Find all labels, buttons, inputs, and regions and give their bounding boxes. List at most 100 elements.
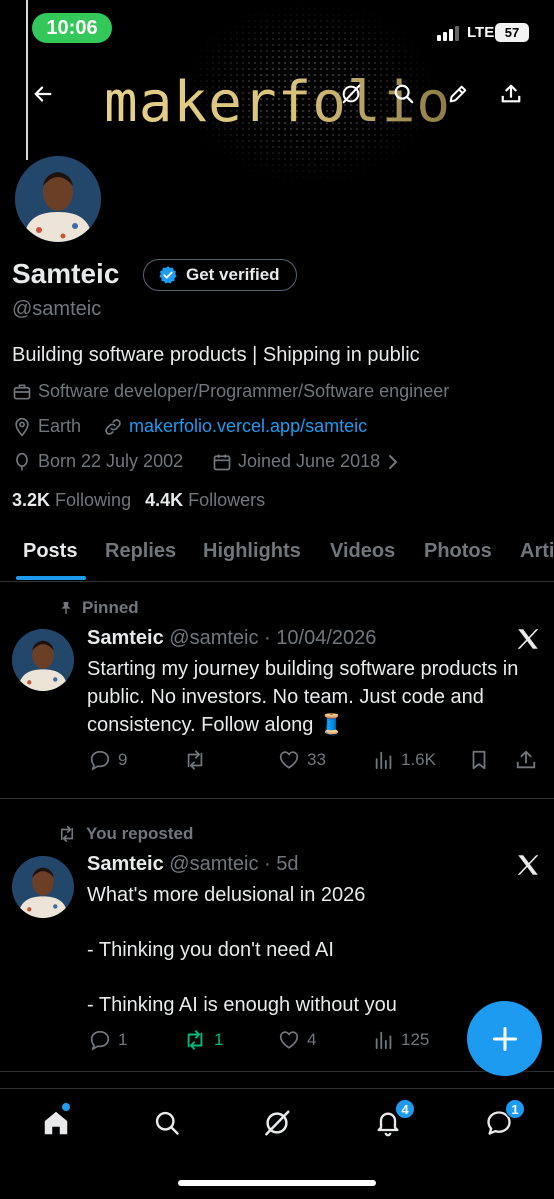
grok-button[interactable] (334, 77, 368, 111)
get-verified-button[interactable]: Get verified (143, 259, 297, 291)
verified-badge-icon (158, 265, 178, 285)
views-button[interactable]: 125 (373, 1029, 429, 1051)
pin-icon (58, 600, 74, 616)
get-verified-label: Get verified (186, 265, 280, 284)
x-logo-icon (515, 852, 541, 878)
repost-icon (182, 749, 208, 771)
tab-posts[interactable]: Posts (23, 540, 77, 563)
calendar-icon (212, 452, 232, 472)
post-context: You reposted (56, 824, 193, 844)
follow-stats: 3.2K Following 4.4K Followers (12, 490, 265, 511)
post-text-line: What's more delusional in 2026 (87, 884, 366, 906)
chevron-right-icon (386, 454, 400, 470)
profile-location: Earth (12, 416, 81, 437)
nav-search[interactable] (147, 1103, 187, 1143)
search-button[interactable] (387, 77, 421, 111)
views-count: 1.6K (401, 750, 436, 769)
nav-grok[interactable] (257, 1103, 297, 1143)
joined-label: Joined June 2018 (238, 451, 381, 471)
post-author-name[interactable]: Samteic (87, 853, 164, 875)
edit-icon (447, 83, 469, 105)
post-text-line: - Thinking you don't need AI (87, 939, 334, 961)
followers-count: 4.4K (145, 490, 184, 510)
profile-birthdate: Born 22 July 2002 (12, 451, 183, 472)
heart-icon (277, 1029, 301, 1051)
share-profile-button[interactable] (494, 77, 528, 111)
like-button[interactable]: 33 (277, 749, 326, 771)
grok-icon (340, 83, 362, 105)
reply-button[interactable]: 9 (88, 749, 127, 771)
nav-notifications[interactable]: 4 (368, 1099, 415, 1143)
nav-home[interactable] (36, 1103, 76, 1143)
active-tab-indicator (16, 576, 86, 580)
post-author-avatar[interactable] (12, 629, 74, 691)
views-chart-icon (373, 749, 395, 771)
back-button[interactable] (26, 77, 60, 111)
following-label: Following (55, 490, 132, 510)
x-logo-icon (515, 626, 541, 652)
reply-count: 9 (118, 750, 128, 769)
link-icon (103, 417, 123, 437)
status-time: 10:06 (32, 13, 112, 43)
post-text: Starting my journey building software pr… (87, 658, 519, 736)
plus-icon (491, 1025, 519, 1053)
like-count: 33 (307, 750, 326, 769)
repost-button[interactable] (182, 749, 214, 771)
followers-link[interactable]: 4.4K Followers (145, 490, 265, 511)
like-count: 4 (307, 1030, 317, 1049)
bookmark-button[interactable] (468, 748, 490, 772)
balloon-icon (12, 452, 32, 472)
post-author-avatar[interactable] (12, 856, 74, 918)
following-link[interactable]: 3.2K Following (12, 490, 131, 511)
repost-button[interactable]: 1 (182, 1029, 223, 1051)
notifications-badge: 4 (395, 1099, 415, 1119)
reply-button[interactable]: 1 (88, 1029, 127, 1051)
post-text-line: - Thinking AI is enough without you (87, 994, 397, 1016)
website-link[interactable]: makerfolio.vercel.app/samteic (129, 416, 367, 437)
tab-videos[interactable]: Videos (330, 540, 395, 563)
repost-count: 1 (214, 1030, 224, 1049)
reply-count: 1 (118, 1030, 128, 1049)
repost-icon (182, 1029, 208, 1051)
profile-avatar[interactable] (12, 153, 104, 245)
profile-handle: @samteic (12, 298, 102, 320)
tab-replies[interactable]: Replies (105, 540, 176, 563)
like-button[interactable]: 4 (277, 1029, 316, 1051)
views-button[interactable]: 1.6K (373, 749, 436, 771)
pinned-post[interactable]: Pinned Samteic @samteic · 10/04/2026 Sta… (0, 583, 554, 798)
home-icon (41, 1108, 71, 1138)
search-icon (393, 83, 415, 105)
bookmark-icon (468, 748, 490, 772)
compose-post-button[interactable] (467, 1001, 542, 1076)
share-icon (515, 748, 537, 772)
post-handle-date: @samteic · 5d (169, 853, 299, 875)
network-type: LTE (467, 24, 495, 41)
location-pin-icon (12, 417, 32, 437)
tab-articles[interactable]: Arti (520, 540, 554, 563)
home-indicator (178, 1180, 376, 1186)
post-handle-date: @samteic · 10/04/2026 (169, 627, 377, 649)
edit-profile-button[interactable] (441, 77, 475, 111)
post-header: Samteic @samteic · 10/04/2026 (87, 627, 376, 650)
reply-icon (88, 1029, 112, 1051)
location-label: Earth (38, 416, 82, 436)
profile-category: Software developer/Programmer/Software e… (12, 381, 449, 402)
nav-messages[interactable]: 1 (479, 1099, 525, 1143)
views-count: 125 (401, 1030, 430, 1049)
post-author-name[interactable]: Samteic (87, 627, 164, 649)
search-icon (153, 1109, 181, 1137)
followers-label: Followers (188, 490, 266, 510)
reply-icon (88, 749, 112, 771)
messages-badge: 1 (505, 1099, 525, 1119)
share-post-button[interactable] (515, 748, 537, 772)
birthdate-label: Born 22 July 2002 (38, 451, 184, 471)
signal-icon (437, 25, 461, 41)
tab-photos[interactable]: Photos (424, 540, 492, 563)
home-unread-dot (62, 1103, 70, 1111)
battery-indicator: 57 (495, 23, 529, 42)
profile-joined[interactable]: Joined June 2018 (212, 451, 400, 472)
category-label: Software developer/Programmer/Software e… (38, 381, 450, 401)
profile-bio: Building software products | Shipping in… (12, 344, 420, 366)
tab-highlights[interactable]: Highlights (203, 540, 301, 563)
profile-website[interactable]: makerfolio.vercel.app/samteic (103, 416, 367, 437)
